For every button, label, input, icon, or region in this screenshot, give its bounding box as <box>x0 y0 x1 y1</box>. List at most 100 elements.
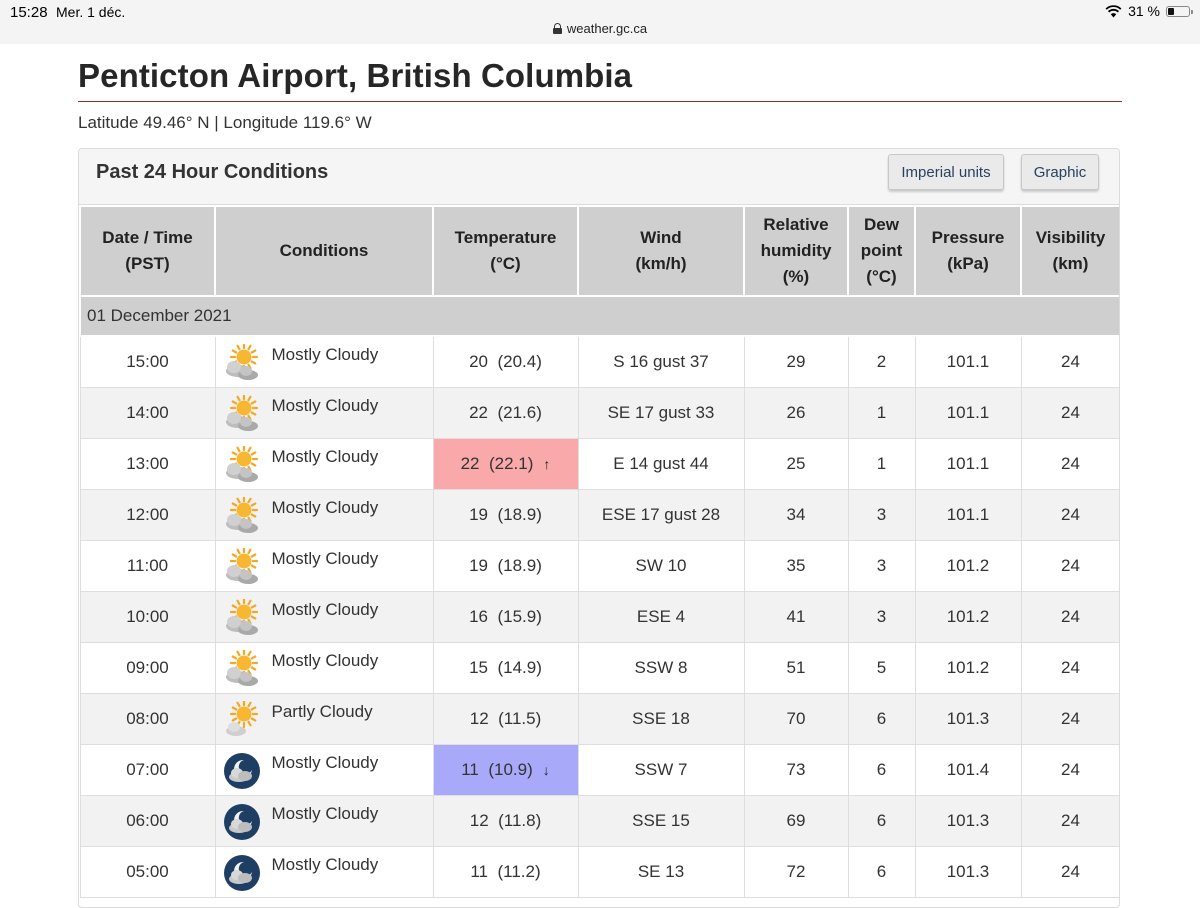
battery-percent: 31 % <box>1128 3 1160 19</box>
temperature-cell: 22 (21.6) <box>432 387 579 439</box>
column-header-line: Date / Time <box>102 228 193 247</box>
column-header-line: (PST) <box>125 254 170 273</box>
date-label: 01 December 2021 <box>79 295 1119 337</box>
table-row: 07:00 Mostly Cloudy 11 (10.9) ↓ SSW 7 73 6 101.… <box>79 744 1119 796</box>
condition-cell: Mostly Cloudy <box>214 795 434 847</box>
condition-text[interactable]: Mostly Cloudy <box>272 600 379 620</box>
pressure-cell: 101.1 <box>914 335 1022 388</box>
imperial-units-button[interactable]: Imperial units <box>888 154 1004 190</box>
graphic-button[interactable]: Graphic <box>1021 154 1099 190</box>
condition-text[interactable]: Mostly Cloudy <box>272 549 379 569</box>
column-header-line: (°C) <box>490 254 521 273</box>
condition-text[interactable]: Mostly Cloudy <box>272 396 379 416</box>
column-header-date-time[interactable]: Date / Time (PST) <box>79 205 216 297</box>
column-header-line: humidity <box>760 241 832 260</box>
temperature-precise: (15.9) <box>497 607 542 626</box>
column-header-wind[interactable]: Wind (km/h) <box>577 205 745 297</box>
column-header-line: Conditions <box>279 241 369 260</box>
temperature-value: 22 <box>469 403 489 422</box>
column-header-line: (°C) <box>866 267 897 286</box>
visibility-cell: 24 <box>1020 744 1119 796</box>
column-header-dew-point[interactable]: Dew point (°C) <box>847 205 916 297</box>
temperature-cell: 11 (11.2) <box>432 846 579 898</box>
temperature-value: 12 <box>469 811 489 830</box>
conditions-table: Date / Time (PST) Conditions Temperature (°C… <box>79 205 1119 898</box>
arrow-down-icon: ↓ <box>542 762 550 778</box>
visibility-cell: 24 <box>1020 642 1119 694</box>
temperature-precise: (10.9) <box>488 760 533 779</box>
panel-title: Past 24 Hour Conditions <box>96 161 329 183</box>
condition-text[interactable]: Mostly Cloudy <box>272 753 379 773</box>
pressure-cell: 101.2 <box>914 591 1022 643</box>
condition-text[interactable]: Mostly Cloudy <box>272 498 379 518</box>
table-row: 05:00 Mostly Cloudy 11 (11.2) SE 13 72 6 101.3… <box>79 846 1119 898</box>
humidity-cell: 51 <box>743 642 849 694</box>
condition-cell: Mostly Cloudy <box>214 438 434 490</box>
dew-point-cell: 6 <box>847 744 916 796</box>
table-row: 15:00 Mostly Cloudy 20 (20.4) S 16 gust 37 2… <box>79 335 1119 388</box>
humidity-cell: 69 <box>743 795 849 847</box>
day-mostly-cloudy-icon <box>225 344 258 380</box>
column-header-relative-humidity[interactable]: Relative humidity (%) <box>743 205 849 297</box>
day-mostly-cloudy-icon <box>225 548 258 584</box>
temperature-value: 19 <box>469 556 489 575</box>
column-header-temperature[interactable]: Temperature (°C) <box>432 205 579 297</box>
pressure-cell: 101.2 <box>914 540 1022 592</box>
dew-point-cell: 3 <box>847 591 916 643</box>
condition-text[interactable]: Partly Cloudy <box>272 702 373 722</box>
day-mostly-cloudy-icon <box>225 446 258 482</box>
pressure-cell: 101.2 <box>914 642 1022 694</box>
table-row: 06:00 Mostly Cloudy 12 (11.8) SSE 15 69 6 101.… <box>79 795 1119 847</box>
battery-icon <box>1166 5 1193 17</box>
dew-point-cell: 6 <box>847 795 916 847</box>
conditions-panel: Past 24 Hour Conditions Imperial units G… <box>78 148 1120 908</box>
day-mostly-cloudy-icon <box>225 395 258 431</box>
url-bar[interactable]: weather.gc.ca <box>0 21 1200 36</box>
column-header-line: Wind <box>640 228 682 247</box>
time-cell: 09:00 <box>79 642 216 694</box>
table-row: 11:00 Mostly Cloudy 19 (18.9) SW 10 35 3 101.2… <box>79 540 1119 592</box>
time-cell: 10:00 <box>79 591 216 643</box>
dew-point-cell: 6 <box>847 693 916 745</box>
day-mostly-cloudy-icon <box>225 497 258 533</box>
temperature-precise: (20.4) <box>497 352 542 371</box>
condition-text[interactable]: Mostly Cloudy <box>272 345 379 365</box>
temperature-cell: 12 (11.8) <box>432 795 579 847</box>
temperature-cell: 20 (20.4) <box>432 335 579 388</box>
condition-text[interactable]: Mostly Cloudy <box>272 804 379 824</box>
column-header-pressure[interactable]: Pressure (kPa) <box>914 205 1022 297</box>
day-mostly-cloudy-icon <box>225 599 258 635</box>
column-header-conditions[interactable]: Conditions <box>214 205 434 297</box>
condition-text[interactable]: Mostly Cloudy <box>272 447 379 467</box>
visibility-cell: 24 <box>1020 335 1119 388</box>
temperature-precise: (21.6) <box>497 403 542 422</box>
humidity-cell: 26 <box>743 387 849 439</box>
temperature-precise: (11.5) <box>498 709 542 728</box>
night-mostly-cloudy-icon <box>223 804 260 840</box>
condition-cell: Mostly Cloudy <box>214 489 434 541</box>
table-row: 13:00 Mostly Cloudy 22 (22.1) ↑ E 14 gust 44… <box>79 438 1119 490</box>
condition-text[interactable]: Mostly Cloudy <box>272 855 379 875</box>
visibility-cell: 24 <box>1020 795 1119 847</box>
dew-point-cell: 5 <box>847 642 916 694</box>
url-text[interactable]: weather.gc.ca <box>567 21 647 36</box>
column-header-visibility[interactable]: Visibility (km) <box>1020 205 1119 297</box>
column-header-line: (%) <box>782 267 810 286</box>
condition-text[interactable]: Mostly Cloudy <box>272 651 379 671</box>
column-header-line: Pressure <box>931 228 1005 247</box>
humidity-cell: 73 <box>743 744 849 796</box>
wifi-icon <box>1105 4 1122 17</box>
condition-cell: Mostly Cloudy <box>214 335 434 388</box>
date-row: 01 December 2021 <box>79 295 1119 337</box>
humidity-cell: 72 <box>743 846 849 898</box>
humidity-cell: 29 <box>743 335 849 388</box>
time-cell: 05:00 <box>79 846 216 898</box>
pressure-cell: 101.4 <box>914 744 1022 796</box>
humidity-cell: 41 <box>743 591 849 643</box>
wind-cell: SE 13 <box>577 846 745 898</box>
visibility-cell: 24 <box>1020 540 1119 592</box>
temperature-precise: (18.9) <box>497 556 542 575</box>
pressure-cell: 101.1 <box>914 387 1022 439</box>
visibility-cell: 24 <box>1020 591 1119 643</box>
humidity-cell: 70 <box>743 693 849 745</box>
